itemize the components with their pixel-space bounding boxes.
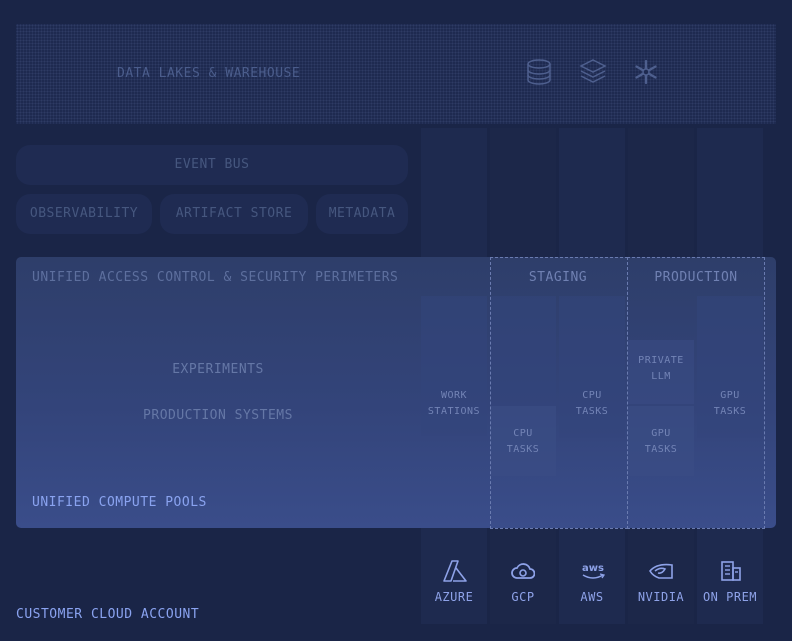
compute-pools-label: UNIFIED COMPUTE POOLS	[32, 495, 207, 510]
vendor-label-aws: AWS	[580, 590, 604, 604]
gpu-tasks-nvidia-label: GPU TASKS	[644, 428, 678, 455]
gcp-cloud-icon	[511, 563, 535, 579]
aws-icon: aws	[582, 563, 606, 579]
production-systems-label: PRODUCTION SYSTEMS	[143, 408, 293, 423]
metadata-pill: METADATA	[316, 194, 408, 234]
observability-pill: OBSERVABILITY	[16, 194, 152, 234]
private-llm-label: PRIVATE LLM	[638, 355, 684, 382]
artifact-store-pill: ARTIFACT STORE	[160, 194, 308, 234]
cpu-tasks-gcp-label: CPU TASKS	[506, 428, 540, 455]
data-lakes-label: DATA LAKES & WAREHOUSE	[117, 66, 301, 81]
layers-icon	[579, 59, 607, 83]
database-icon	[527, 59, 551, 85]
staging-label: STAGING	[528, 270, 588, 285]
customer-cloud-account-label: CUSTOMER CLOUD ACCOUNT	[16, 607, 200, 622]
vendor-label-gcp: GCP	[511, 590, 535, 604]
azure-icon	[443, 560, 467, 582]
vendor-label-on-prem: ON PREM	[702, 590, 758, 604]
experiments-label: EXPERIMENTS	[172, 362, 264, 377]
gpu-tasks-onprem-label: GPU TASKS	[713, 390, 747, 417]
vendor-label-azure: AZURE	[434, 590, 474, 604]
access-control-label: UNIFIED ACCESS CONTROL & SECURITY PERIME…	[32, 270, 399, 285]
vendor-label-nvidia: NVIDIA	[637, 590, 685, 604]
production-label: PRODUCTION	[654, 270, 738, 285]
cpu-tasks-aws-label: CPU TASKS	[575, 390, 609, 417]
snowflake-icon	[635, 59, 657, 85]
event-bus-pill: EVENT BUS	[16, 145, 408, 185]
workstations-label: WORK STATIONS	[427, 390, 481, 417]
building-icon	[721, 561, 741, 581]
nvidia-icon	[649, 563, 673, 579]
svg-text:aws: aws	[582, 563, 604, 574]
